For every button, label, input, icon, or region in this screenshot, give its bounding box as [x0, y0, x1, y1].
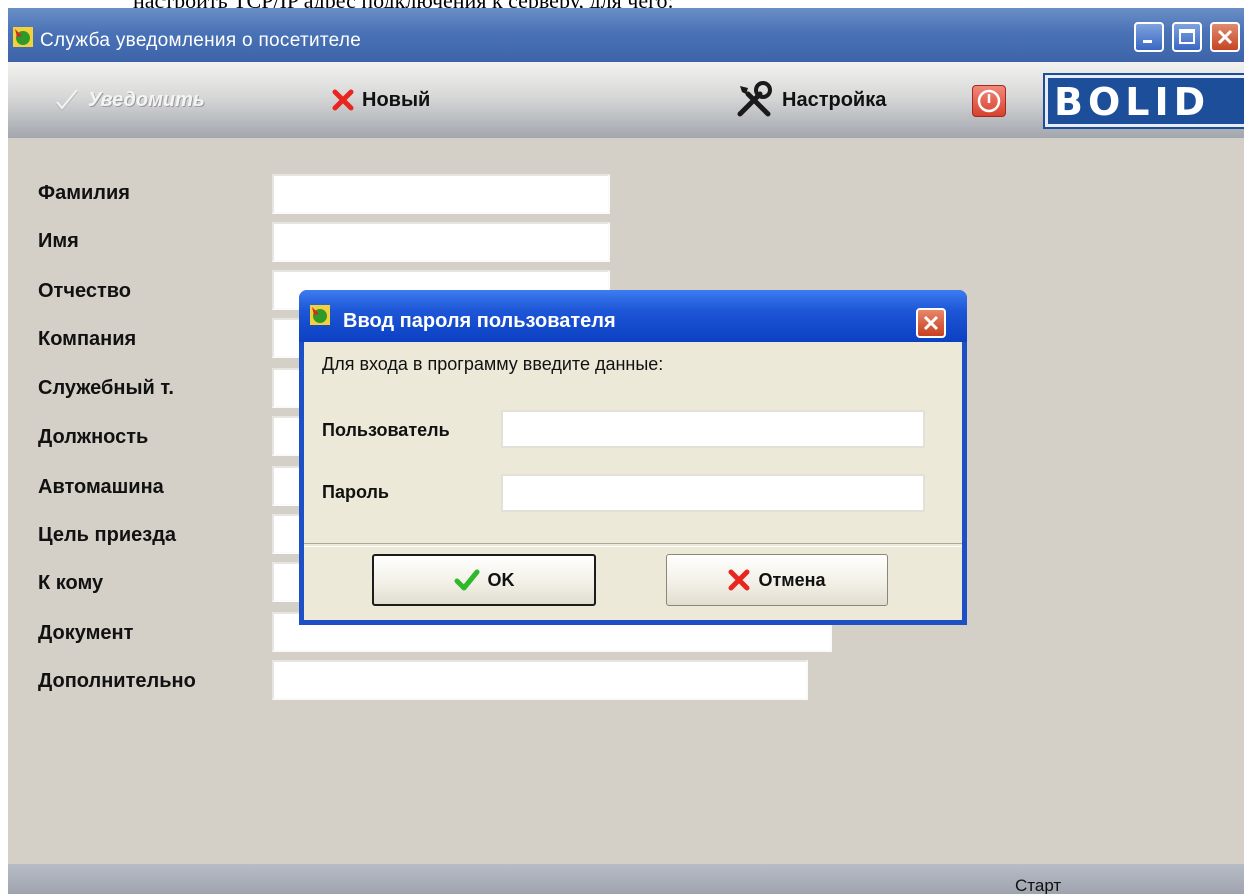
- dialog-titlebar[interactable]: Ввод пароля пользователя: [299, 290, 967, 342]
- input-first-name[interactable]: [272, 222, 610, 262]
- input-last-name[interactable]: [272, 174, 610, 214]
- maximize-icon: [1179, 29, 1195, 44]
- bolid-logo: BOLID: [1045, 75, 1244, 127]
- minimize-button[interactable]: [1134, 22, 1164, 52]
- minimize-icon: [1143, 40, 1152, 43]
- label-company: Компания: [38, 328, 137, 350]
- tools-icon: [737, 81, 772, 117]
- cancel-button[interactable]: Отмена: [666, 554, 888, 606]
- window-close-button[interactable]: [1210, 22, 1240, 52]
- password-field[interactable]: [501, 474, 925, 512]
- document-strip: настроить TCP/IP адрес подключения к сер…: [0, 0, 1244, 8]
- dialog-prompt: Для входа в программу введите данные:: [322, 354, 664, 374]
- label-work-phone: Служебный т.: [38, 377, 174, 399]
- dialog-separator: [304, 543, 962, 547]
- new-button[interactable]: Новый: [332, 80, 430, 120]
- label-visit-purpose: Цель приезда: [38, 524, 177, 546]
- notify-label: Уведомить: [88, 88, 205, 111]
- logo-text: BOLID: [1054, 80, 1211, 124]
- label-car: Автомашина: [38, 476, 164, 498]
- label-document: Документ: [38, 622, 134, 644]
- cancel-label: Отмена: [758, 569, 826, 590]
- label-additional: Дополнительно: [38, 670, 196, 692]
- user-label: Пользователь: [322, 420, 450, 440]
- status-start: Старт: [1015, 876, 1062, 894]
- power-button[interactable]: [972, 85, 1006, 117]
- dialog-title: Ввод пароля пользователя: [343, 310, 616, 332]
- password-label: Пароль: [322, 482, 389, 502]
- checkmark-icon: [55, 89, 79, 112]
- app-leaf-icon: [13, 27, 33, 47]
- power-icon: [977, 89, 1001, 113]
- window-title: Служба уведомления о посетителе: [40, 30, 362, 51]
- ok-button[interactable]: OK: [372, 554, 596, 606]
- maximize-button[interactable]: [1172, 22, 1202, 52]
- document-partial-text: настроить TCP/IP адрес подключения к сер…: [133, 0, 674, 8]
- close-icon: [923, 315, 939, 331]
- red-x-icon: [332, 89, 354, 111]
- ok-label: OK: [487, 569, 515, 590]
- status-bar: Старт: [8, 864, 1244, 894]
- label-patronymic: Отчество: [38, 280, 131, 302]
- dialog-body: Для входа в программу введите данные: По…: [304, 342, 962, 620]
- dialog-close-button[interactable]: [916, 308, 946, 338]
- notify-button[interactable]: Уведомить: [54, 80, 205, 120]
- label-first-name: Имя: [38, 230, 79, 252]
- label-position: Должность: [38, 426, 149, 448]
- user-field[interactable]: [501, 410, 925, 448]
- new-label: Новый: [362, 88, 431, 111]
- toolbar: Уведомить Новый Настройка BOLID: [8, 62, 1244, 138]
- red-x-icon: [728, 569, 750, 591]
- settings-label: Настройка: [782, 88, 887, 111]
- login-dialog: Ввод пароля пользователя Для входа в про…: [299, 290, 967, 625]
- app-leaf-icon: [310, 305, 330, 325]
- close-icon: [1217, 29, 1233, 45]
- window-titlebar[interactable]: Служба уведомления о посетителе: [8, 8, 1244, 62]
- input-additional[interactable]: [272, 660, 808, 700]
- green-check-icon: [454, 569, 479, 591]
- settings-button[interactable]: Настройка: [734, 80, 886, 120]
- label-last-name: Фамилия: [38, 182, 130, 204]
- label-to-whom: К кому: [38, 572, 104, 594]
